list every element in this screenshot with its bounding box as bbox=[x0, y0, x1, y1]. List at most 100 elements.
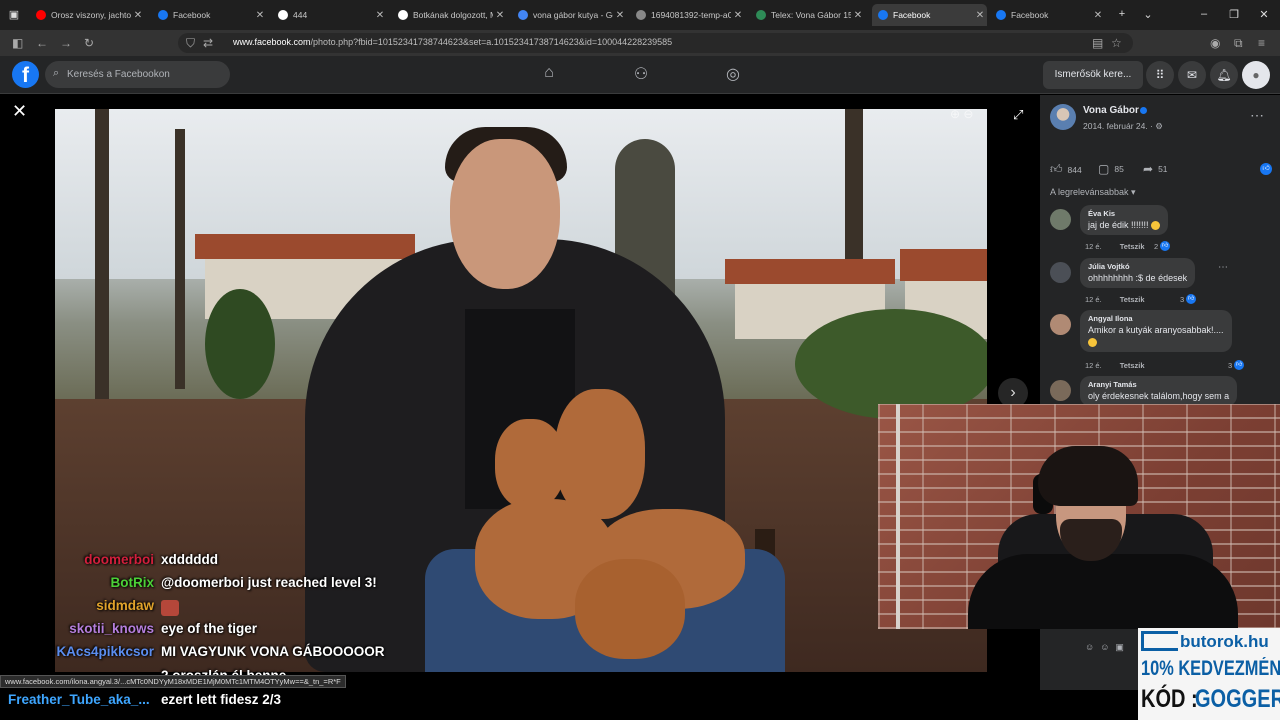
comment-composer-icons[interactable]: ☺☺▣ bbox=[1085, 642, 1130, 653]
tab-close-icon[interactable]: ✕ bbox=[613, 10, 627, 21]
author-name[interactable]: Vona Gábor bbox=[1083, 105, 1139, 116]
comment-time[interactable]: 12 é. bbox=[1085, 295, 1102, 304]
comment-like-button[interactable]: Tetszik bbox=[1120, 295, 1145, 304]
zoom-controls[interactable]: ⊕ ⊖ bbox=[950, 107, 973, 121]
comment-icon: ▢ bbox=[1098, 162, 1110, 176]
browser-tab[interactable]: Facebook ✕ bbox=[990, 4, 1105, 26]
commenter-name[interactable]: Angyal Ilona bbox=[1088, 314, 1224, 323]
reload-icon[interactable]: ↻ bbox=[84, 36, 94, 50]
facebook-search[interactable]: ⌕ Keresés a Facebookon bbox=[45, 61, 230, 88]
tab-title: 444 bbox=[293, 10, 308, 20]
tab-close-icon[interactable]: ✕ bbox=[131, 10, 145, 21]
verified-badge-icon bbox=[1140, 107, 1147, 114]
tab-close-icon[interactable]: ✕ bbox=[493, 10, 507, 21]
comment-reactions[interactable]: 3 👍︎ bbox=[1180, 294, 1197, 304]
chat-emote-icon bbox=[161, 600, 179, 616]
likes-count[interactable]: 👍︎ 844 bbox=[1050, 162, 1082, 177]
smile-emoji-icon bbox=[1151, 221, 1161, 231]
comments-count[interactable]: ▢ 85 bbox=[1098, 162, 1124, 176]
tab-close-icon[interactable]: ✕ bbox=[373, 10, 387, 21]
comment-reactions[interactable]: 2 👍︎ bbox=[1154, 241, 1171, 251]
comment-reactions[interactable]: 3 👍︎ bbox=[1228, 360, 1245, 370]
groups-icon[interactable]: ◎ bbox=[722, 64, 744, 86]
permissions-icon[interactable]: ⇄ bbox=[203, 36, 213, 50]
tab-title: Facebook bbox=[893, 10, 931, 20]
author-avatar[interactable] bbox=[1050, 104, 1076, 130]
extensions-icon[interactable]: ⧉ bbox=[1234, 36, 1243, 51]
site-info-icon[interactable]: ⛉ bbox=[186, 36, 195, 51]
account-icon[interactable]: ◉ bbox=[1210, 36, 1220, 50]
search-icon: ⌕ bbox=[53, 67, 60, 79]
comment-actions: 12 é. Tetszik bbox=[1085, 361, 1145, 370]
sidebar-icon[interactable]: ◧ bbox=[12, 36, 23, 50]
chat-message: eye of the tiger bbox=[161, 621, 258, 636]
like-icon: 👍︎ bbox=[1050, 162, 1063, 176]
bookmark-star-icon[interactable]: ☆ bbox=[1111, 36, 1122, 50]
commenter-avatar[interactable] bbox=[1050, 314, 1071, 335]
browser-tab[interactable]: Botkának dolgozott, M ✕ bbox=[392, 4, 507, 26]
comment-like-button[interactable]: Tetszik bbox=[1120, 361, 1145, 370]
restore-icon[interactable]: ❐ bbox=[1226, 8, 1242, 21]
menu-grid-icon[interactable]: ⠿ bbox=[1146, 61, 1174, 89]
tab-title: Botkának dolgozott, M bbox=[413, 10, 493, 20]
chat-message: @doomerboi just reached level 3! bbox=[161, 575, 377, 590]
notifications-icon[interactable]: 🔔︎ bbox=[1210, 61, 1238, 89]
shares-count[interactable]: ➦ 51 bbox=[1143, 162, 1168, 176]
sponsor-site: butorok.hu bbox=[1180, 632, 1269, 651]
messenger-icon[interactable]: ✉ bbox=[1178, 61, 1206, 89]
comment-actions: 12 é. Tetszik bbox=[1085, 242, 1145, 251]
commenter-avatar[interactable] bbox=[1050, 380, 1071, 401]
tab-list-icon[interactable]: ⌄ bbox=[1140, 8, 1156, 21]
fullscreen-icon[interactable]: ⤢ bbox=[1013, 107, 1023, 123]
browser-tab[interactable]: 1694081392-temp-aGKPjq✕ bbox=[630, 4, 745, 26]
commenter-name[interactable]: Júlia Vojtkó bbox=[1088, 262, 1187, 271]
chat-username: Freather_Tube_aka_... bbox=[8, 692, 150, 707]
comment-text: Amikor a kutyák aranyosabbak!.... bbox=[1088, 324, 1224, 348]
find-friends-button[interactable]: Ismerősök kere... bbox=[1043, 61, 1143, 89]
commenter-avatar[interactable] bbox=[1050, 209, 1071, 230]
comment-like-button[interactable]: Tetszik bbox=[1120, 242, 1145, 251]
comment-text: oly érdekesnek találom,hogy sem a bbox=[1088, 391, 1230, 401]
new-tab-button[interactable]: + bbox=[1114, 8, 1130, 20]
share-icon: ➦ bbox=[1143, 162, 1154, 176]
profile-avatar[interactable]: ● bbox=[1242, 61, 1270, 89]
comment-more-icon[interactable]: ⋯ bbox=[1218, 262, 1228, 273]
comment-sort-dropdown[interactable]: A legrelevánsabbak ▾ bbox=[1050, 187, 1136, 198]
commenter-name[interactable]: Éva Kis bbox=[1088, 209, 1160, 218]
chat-username: skotii_knows bbox=[69, 621, 154, 636]
tab-favicon-icon bbox=[518, 10, 528, 20]
close-window-icon[interactable]: ✕ bbox=[1256, 8, 1272, 21]
url-bar[interactable]: ⛉ ⇄ www.facebook.com/photo.php?fbid=1015… bbox=[178, 33, 1133, 53]
comment-time[interactable]: 12 é. bbox=[1085, 361, 1102, 370]
friends-icon[interactable]: ⚇ bbox=[630, 64, 652, 86]
browser-tab[interactable]: 444 ✕ bbox=[272, 4, 387, 26]
forward-icon[interactable]: → bbox=[60, 36, 72, 50]
menu-icon[interactable]: ≡ bbox=[1258, 36, 1265, 50]
browser-tab[interactable]: Facebook ✕ bbox=[872, 4, 987, 26]
more-options-icon[interactable]: ⋯ bbox=[1250, 107, 1264, 124]
tab-close-icon[interactable]: ✕ bbox=[1091, 10, 1105, 21]
commenter-avatar[interactable] bbox=[1050, 262, 1071, 283]
tab-close-icon[interactable]: ✕ bbox=[731, 10, 745, 21]
home-icon[interactable]: ⌂ bbox=[538, 64, 560, 86]
browser-tab[interactable]: vona gábor kutya - Go ✕ bbox=[512, 4, 627, 26]
tab-title: 1694081392-temp-aGKPjq bbox=[651, 10, 731, 20]
tab-close-icon[interactable]: ✕ bbox=[851, 10, 865, 21]
back-icon[interactable]: ← bbox=[36, 36, 48, 50]
reader-view-icon[interactable]: ▤ bbox=[1092, 36, 1103, 50]
commenter-name[interactable]: Aranyi Tamás bbox=[1088, 380, 1229, 389]
browser-tab[interactable]: Telex: Vona Gábor 15 é ✕ bbox=[750, 4, 865, 26]
post-date[interactable]: 2014. február 24. · ⚙ bbox=[1083, 121, 1163, 132]
tab-close-icon[interactable]: ✕ bbox=[973, 10, 987, 21]
tab-actions-icon[interactable]: ▣ bbox=[6, 8, 22, 21]
comment-time[interactable]: 12 é. bbox=[1085, 242, 1102, 251]
minimize-icon[interactable]: – bbox=[1196, 8, 1212, 20]
sponsor-banner: butorok.hu 10% KEDVEZMÉNY KÓD : GOGGER bbox=[1138, 628, 1280, 720]
close-icon[interactable]: ✕ bbox=[12, 101, 27, 122]
tab-title: Telex: Vona Gábor 15 é bbox=[771, 10, 851, 20]
facebook-logo[interactable]: f bbox=[12, 61, 39, 88]
browser-tab[interactable]: Facebook ✕ bbox=[152, 4, 267, 26]
tab-close-icon[interactable]: ✕ bbox=[253, 10, 267, 21]
comment-text: ohhhhhhhh :$ de édesek bbox=[1088, 273, 1188, 283]
browser-tab[interactable]: Orosz viszony, jachtozás✕ bbox=[30, 4, 145, 26]
